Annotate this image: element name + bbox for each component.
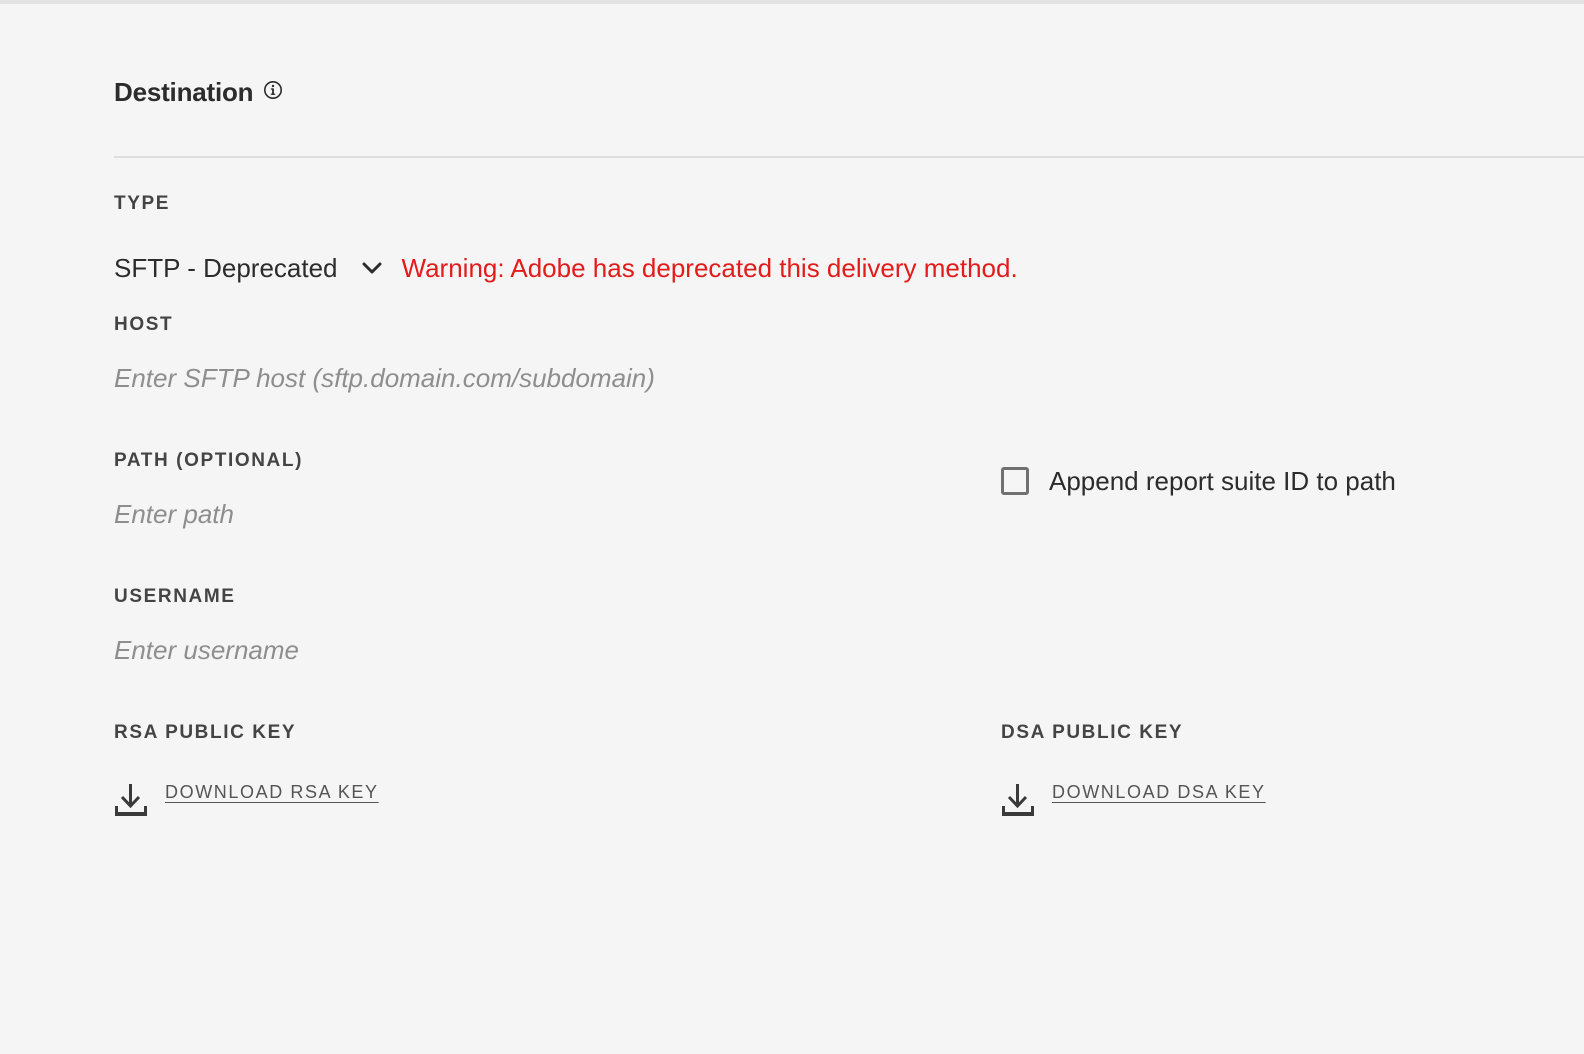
host-label: HOST <box>114 314 174 335</box>
top-border <box>0 0 1584 4</box>
append-report-suite-checkbox[interactable] <box>1001 467 1029 495</box>
type-label: TYPE <box>114 193 171 214</box>
download-rsa-key-button[interactable]: DOWNLOAD RSA KEY <box>114 782 379 818</box>
download-dsa-key-button[interactable]: DOWNLOAD DSA KEY <box>1001 782 1266 818</box>
deprecation-warning: Warning: Adobe has deprecated this deliv… <box>401 252 1018 283</box>
rsa-key-label: RSA PUBLIC KEY <box>114 722 297 743</box>
info-icon[interactable] <box>263 80 283 100</box>
append-report-suite-option[interactable]: Append report suite ID to path <box>1001 462 1396 500</box>
download-rsa-key-link[interactable]: DOWNLOAD RSA KEY <box>165 782 379 803</box>
section-divider <box>114 156 1584 158</box>
download-icon[interactable] <box>1001 782 1035 818</box>
path-input[interactable] <box>114 494 914 534</box>
path-label: PATH (OPTIONAL) <box>114 450 303 471</box>
type-select-value[interactable]: SFTP - Deprecated <box>114 253 338 284</box>
download-icon[interactable] <box>114 782 148 818</box>
type-row: SFTP - Deprecated Warning: Adobe has dep… <box>114 248 1018 288</box>
dsa-key-label: DSA PUBLIC KEY <box>1001 722 1184 743</box>
download-dsa-key-link[interactable]: DOWNLOAD DSA KEY <box>1052 782 1266 803</box>
append-report-suite-label[interactable]: Append report suite ID to path <box>1049 466 1396 497</box>
username-label: USERNAME <box>114 586 236 607</box>
chevron-down-icon[interactable] <box>360 256 384 280</box>
host-input[interactable] <box>114 358 914 398</box>
username-input[interactable] <box>114 630 914 670</box>
section-title: Destination <box>114 76 254 107</box>
section-header: Destination <box>114 74 283 110</box>
